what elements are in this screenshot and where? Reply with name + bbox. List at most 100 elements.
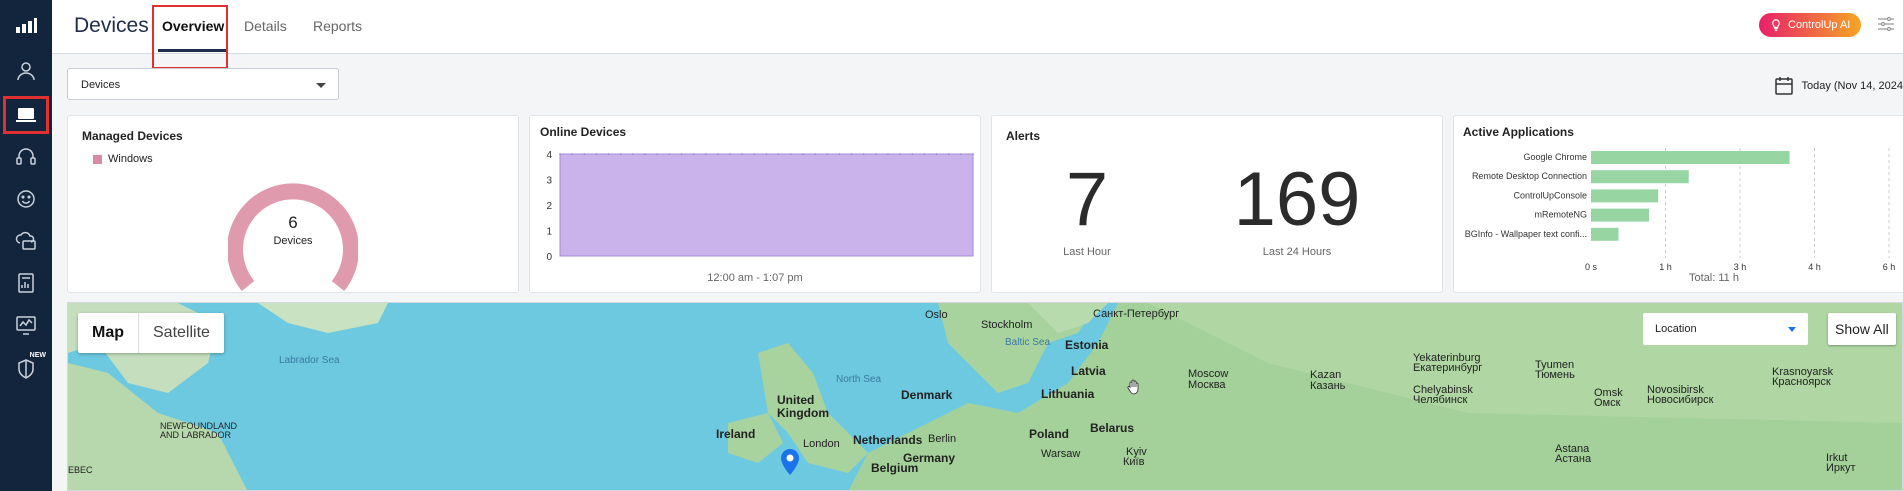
data-point bbox=[607, 153, 610, 155]
category-label: mRemoteNG bbox=[1534, 210, 1587, 220]
tab-reports-label: Reports bbox=[313, 18, 363, 34]
alerts-last-hour-count[interactable]: 7 bbox=[1027, 156, 1147, 243]
sidebar: NEW bbox=[0, 0, 52, 491]
managed-devices-title: Managed Devices bbox=[82, 129, 183, 143]
y-tick-label: 2 bbox=[546, 201, 552, 212]
map-view-button[interactable]: Map bbox=[78, 313, 138, 353]
map-place-label: Екатеринбург bbox=[1413, 362, 1483, 374]
y-tick-label: 4 bbox=[546, 150, 552, 161]
alerts-last-hour-label: Last Hour bbox=[1063, 246, 1111, 258]
map-place-label: Астана bbox=[1555, 453, 1592, 465]
app-bar[interactable] bbox=[1591, 208, 1650, 222]
controlup-ai-label: ControlUp AI bbox=[1788, 19, 1851, 31]
app-bar[interactable] bbox=[1591, 151, 1790, 164]
calendar-icon bbox=[1775, 77, 1794, 95]
alerts-24h-label: Last 24 Hours bbox=[1262, 246, 1332, 258]
map-place-label: Тюмень bbox=[1535, 369, 1575, 381]
sidebar-item-reports[interactable] bbox=[0, 264, 52, 302]
data-point bbox=[814, 153, 816, 155]
map-place-label: Denmark bbox=[901, 388, 953, 402]
x-tick-label: 3 h bbox=[1734, 262, 1747, 272]
tab-reports[interactable]: Reports bbox=[313, 18, 362, 54]
sidebar-item-security[interactable]: NEW bbox=[0, 350, 52, 388]
location-select[interactable]: Location bbox=[1643, 313, 1808, 345]
data-point bbox=[571, 153, 573, 155]
data-point bbox=[923, 153, 926, 155]
data-point bbox=[826, 153, 829, 155]
data-point bbox=[777, 153, 780, 155]
sidebar-item-support[interactable] bbox=[0, 138, 52, 176]
data-point bbox=[875, 153, 877, 155]
hand-cursor-icon bbox=[1127, 379, 1139, 395]
sidebar-item-devices[interactable] bbox=[3, 96, 49, 134]
device-filter-select[interactable]: Devices bbox=[67, 68, 339, 100]
legend-swatch bbox=[93, 154, 102, 164]
managed-devices-unit: Devices bbox=[273, 235, 313, 247]
data-point bbox=[947, 153, 950, 155]
map-type-toggle: Map Satellite bbox=[78, 313, 224, 353]
managed-devices-card: Managed Devices Windows 6 Devices bbox=[67, 115, 519, 293]
smiley-icon bbox=[17, 190, 35, 208]
laptop-icon bbox=[16, 108, 36, 122]
managed-devices-count: 6 bbox=[288, 213, 298, 232]
data-point bbox=[960, 153, 962, 155]
headset-icon bbox=[16, 148, 36, 165]
data-point bbox=[862, 153, 865, 155]
controlup-ai-button[interactable]: ControlUp AI bbox=[1759, 13, 1861, 37]
data-point bbox=[717, 153, 719, 155]
map-place-label: Labrador Sea bbox=[279, 355, 340, 366]
app-bar[interactable] bbox=[1591, 170, 1689, 184]
page-title: Devices bbox=[74, 14, 149, 37]
map-place-label: Иркут bbox=[1826, 462, 1856, 474]
map-place-label: United bbox=[777, 393, 815, 407]
alerts-card: Alerts 7 Last Hour 169 Last 24 Hours bbox=[991, 115, 1443, 293]
map-place-label: Ireland bbox=[716, 427, 756, 441]
active-applications-total: Total: 11 h bbox=[1689, 272, 1739, 284]
filter-settings-button[interactable] bbox=[1877, 16, 1895, 37]
satellite-view-button[interactable]: Satellite bbox=[138, 313, 224, 353]
data-point bbox=[850, 153, 853, 155]
map-place-label: Berlin bbox=[928, 433, 957, 445]
y-tick-label: 3 bbox=[546, 176, 552, 187]
map-place-label: Estonia bbox=[1065, 338, 1109, 352]
chevron-down-icon bbox=[1788, 327, 1796, 332]
data-point bbox=[741, 153, 744, 155]
category-label: ControlUpConsole bbox=[1513, 190, 1587, 200]
sliders-icon bbox=[1878, 16, 1894, 32]
sidebar-item-users[interactable] bbox=[0, 52, 52, 90]
sidebar-item-monitoring[interactable] bbox=[0, 306, 52, 344]
map-place-label: Lithuania bbox=[1041, 387, 1095, 401]
tab-details[interactable]: Details bbox=[244, 18, 287, 54]
app-bar[interactable] bbox=[1591, 227, 1619, 241]
data-point bbox=[729, 153, 731, 155]
data-point bbox=[838, 153, 841, 155]
y-tick-label: 0 bbox=[546, 252, 552, 263]
show-all-button[interactable]: Show All bbox=[1828, 313, 1896, 345]
new-badge: NEW bbox=[29, 352, 46, 359]
tab-highlight-box bbox=[152, 5, 228, 69]
map-place-label: Новосибирск bbox=[1647, 394, 1714, 406]
data-point bbox=[595, 153, 598, 155]
data-point bbox=[583, 153, 586, 155]
map-place-label: AND LABRADOR bbox=[160, 430, 232, 440]
data-point bbox=[802, 153, 804, 155]
location-pin-icon[interactable] bbox=[781, 449, 799, 475]
map-land bbox=[68, 303, 1902, 490]
x-tick-label: 0 s bbox=[1585, 262, 1598, 272]
sidebar-item-cloud[interactable] bbox=[0, 222, 52, 260]
devices-map[interactable]: Map Satellite Location Show All Labrador… bbox=[67, 302, 1903, 491]
lightbulb-icon bbox=[1772, 19, 1780, 31]
active-applications-chart: 0 s 1 h 3 h 4 h 6 h Google Chrome Remote Deskt… bbox=[1465, 148, 1895, 272]
alerts-24h-count[interactable]: 169 bbox=[1212, 156, 1382, 243]
map-place-label: Warsaw bbox=[1041, 448, 1081, 460]
category-label: Google Chrome bbox=[1523, 152, 1587, 162]
app-bar[interactable] bbox=[1591, 189, 1659, 203]
app-logo[interactable] bbox=[0, 8, 52, 46]
sidebar-item-experience[interactable] bbox=[0, 180, 52, 218]
data-point bbox=[632, 153, 634, 155]
map-place-label: Oslo bbox=[925, 309, 948, 321]
map-place-label: Belarus bbox=[1090, 421, 1135, 435]
data-point bbox=[789, 153, 792, 155]
date-picker[interactable]: Today (Nov 14, 2024 bbox=[1775, 76, 1903, 96]
location-select-value: Location bbox=[1655, 323, 1697, 335]
